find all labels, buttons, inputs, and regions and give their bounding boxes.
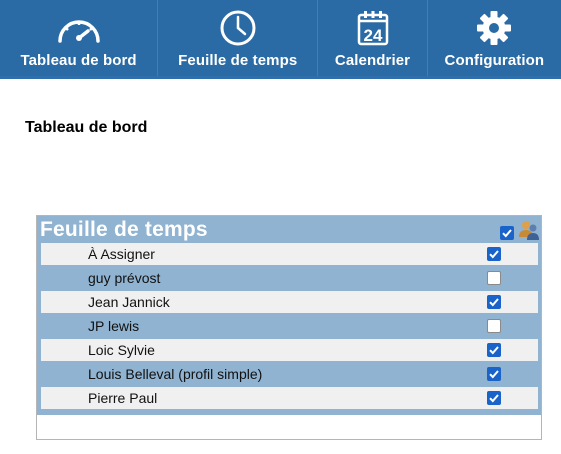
- table-row: Louis Belleval (profil simple): [41, 363, 538, 385]
- nav-label-calendrier: Calendrier: [334, 52, 411, 69]
- timesheet-panel-header: Feuille de temps: [37, 216, 541, 243]
- user-name: guy prévost: [88, 270, 161, 286]
- calendar-day-number: 24: [363, 26, 382, 45]
- checked-box: [487, 295, 501, 309]
- table-row: Jean Jannick: [41, 291, 538, 313]
- table-row: Loic Sylvie: [41, 339, 538, 361]
- checked-box: [487, 367, 501, 381]
- timesheet-panel-body: Feuille de temps À Assigner guy prévost Je…: [37, 216, 541, 415]
- user-name: Louis Belleval (profil simple): [88, 366, 263, 382]
- user-name: Jean Jannick: [88, 294, 170, 310]
- gear-icon: [476, 10, 512, 46]
- user-checkbox[interactable]: [487, 391, 501, 408]
- page-title: Tableau de bord: [25, 119, 148, 136]
- unchecked-box: [487, 319, 501, 333]
- timesheet-panel: Feuille de temps À Assigner guy prévost Je…: [36, 215, 542, 440]
- calendar-icon: 24: [356, 10, 390, 46]
- panel-title: Feuille de temps: [40, 218, 208, 241]
- nav-label-configuration: Configuration: [444, 52, 545, 69]
- table-row: JP lewis: [41, 315, 538, 337]
- user-checkbox[interactable]: [487, 367, 501, 384]
- nav-item-configuration[interactable]: Configuration: [428, 0, 561, 76]
- clock-icon: [219, 10, 257, 46]
- nav-label-tableau-de-bord: Tableau de bord: [20, 52, 137, 69]
- user-checkbox[interactable]: [487, 343, 501, 360]
- user-name: JP lewis: [88, 318, 140, 334]
- table-row: À Assigner: [41, 243, 538, 265]
- table-row: Pierre Paul: [41, 387, 538, 409]
- select-all-checkbox[interactable]: [500, 225, 514, 244]
- nav-label-feuille-de-temps: Feuille de temps: [178, 52, 298, 69]
- user-name: Loic Sylvie: [88, 342, 155, 358]
- select-all-checkbox-box: [500, 226, 514, 240]
- user-checkbox[interactable]: [487, 319, 501, 336]
- user-name: À Assigner: [88, 246, 155, 262]
- user-checkbox[interactable]: [487, 271, 501, 288]
- speedometer-icon: [54, 10, 104, 46]
- nav-item-feuille-de-temps[interactable]: Feuille de temps: [158, 0, 319, 76]
- checked-box: [487, 343, 501, 357]
- user-name: Pierre Paul: [88, 390, 158, 406]
- user-checkbox[interactable]: [487, 295, 501, 312]
- checked-box: [487, 391, 501, 405]
- user-list: À Assigner guy prévost Jean Jannick JP lewi…: [41, 243, 538, 411]
- nav-item-calendrier[interactable]: 24 Calendrier: [318, 0, 428, 76]
- top-navigation-bar: Tableau de bord Feuille de temps 24 Cale…: [0, 0, 561, 79]
- table-row: guy prévost: [41, 267, 538, 289]
- user-checkbox[interactable]: [487, 247, 501, 264]
- nav-item-tableau-de-bord[interactable]: Tableau de bord: [0, 0, 159, 76]
- users-group-icon[interactable]: [518, 219, 540, 241]
- unchecked-box: [487, 271, 501, 285]
- checked-box: [487, 247, 501, 261]
